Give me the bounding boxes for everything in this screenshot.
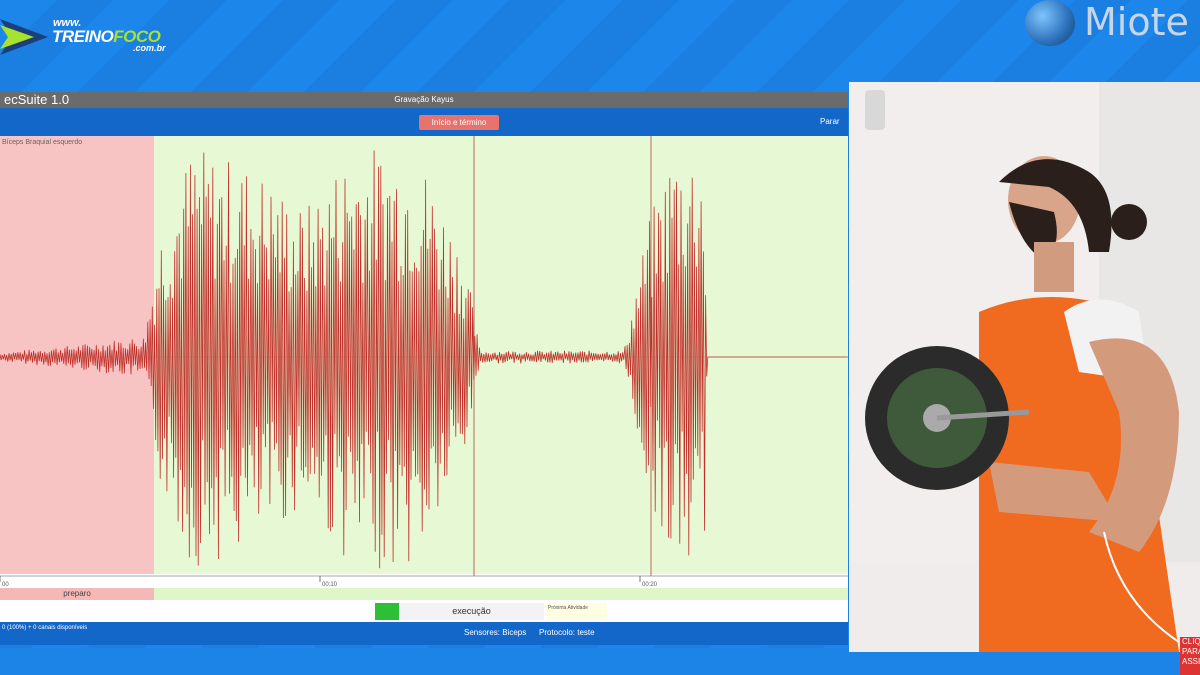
bottom-strip — [0, 648, 1200, 675]
phase-preparo: preparo — [0, 588, 154, 600]
sensors-label: Sensores: Biceps — [464, 628, 527, 637]
subscribe-badge[interactable]: CLIQ PARA ASSI — [1180, 637, 1200, 675]
channel-label: Bíceps Braquial esquerdo — [2, 139, 83, 146]
status-row: execução Próxima Atividade — [0, 600, 848, 622]
next-activity: Próxima Atividade — [545, 603, 607, 620]
miotec-suite-window: ecSuite 1.0 Gravação Kayus Início e térm… — [0, 92, 848, 645]
title-bar: ecSuite 1.0 Gravação Kayus — [0, 92, 848, 108]
emg-chart: 00 00:10 00:20 Bíceps Braquial esquerdo — [0, 136, 848, 604]
prep-zone — [0, 136, 154, 574]
wall-lamp-icon — [865, 90, 885, 130]
stop-button[interactable]: Parar — [820, 117, 840, 126]
status-bar: 0 (100%) + 0 canais disponíveis Sensores… — [0, 622, 848, 645]
phase-execution-band — [154, 588, 848, 600]
video-panel — [849, 82, 1200, 652]
miotec-wordmark: Miote — [1084, 0, 1189, 44]
protocol-label: Protocolo: teste — [539, 628, 595, 637]
phase-row: preparo — [0, 588, 848, 600]
arrow-logo-icon — [0, 19, 48, 55]
miotec-logo: Miote — [1022, 0, 1200, 50]
start-end-button[interactable]: Início e término — [419, 115, 499, 130]
phase-execucao: execução — [399, 603, 544, 620]
treino-em-foco-logo: www. TREINOFOCO .com.br — [0, 5, 200, 60]
channels-status: 0 (100%) + 0 canais disponíveis — [2, 625, 88, 631]
athlete-video-frame — [849, 82, 1200, 652]
recording-title: Gravação Kayus — [394, 95, 454, 104]
emg-plot: 00 00:10 00:20 — [0, 136, 848, 588]
status-indicator — [375, 603, 399, 620]
x-ticks: 00 00:10 00:20 — [0, 576, 658, 588]
toolbar: Início e término Parar — [0, 108, 848, 136]
globe-icon — [1025, 0, 1075, 46]
logo-domain: .com.br — [133, 43, 166, 53]
